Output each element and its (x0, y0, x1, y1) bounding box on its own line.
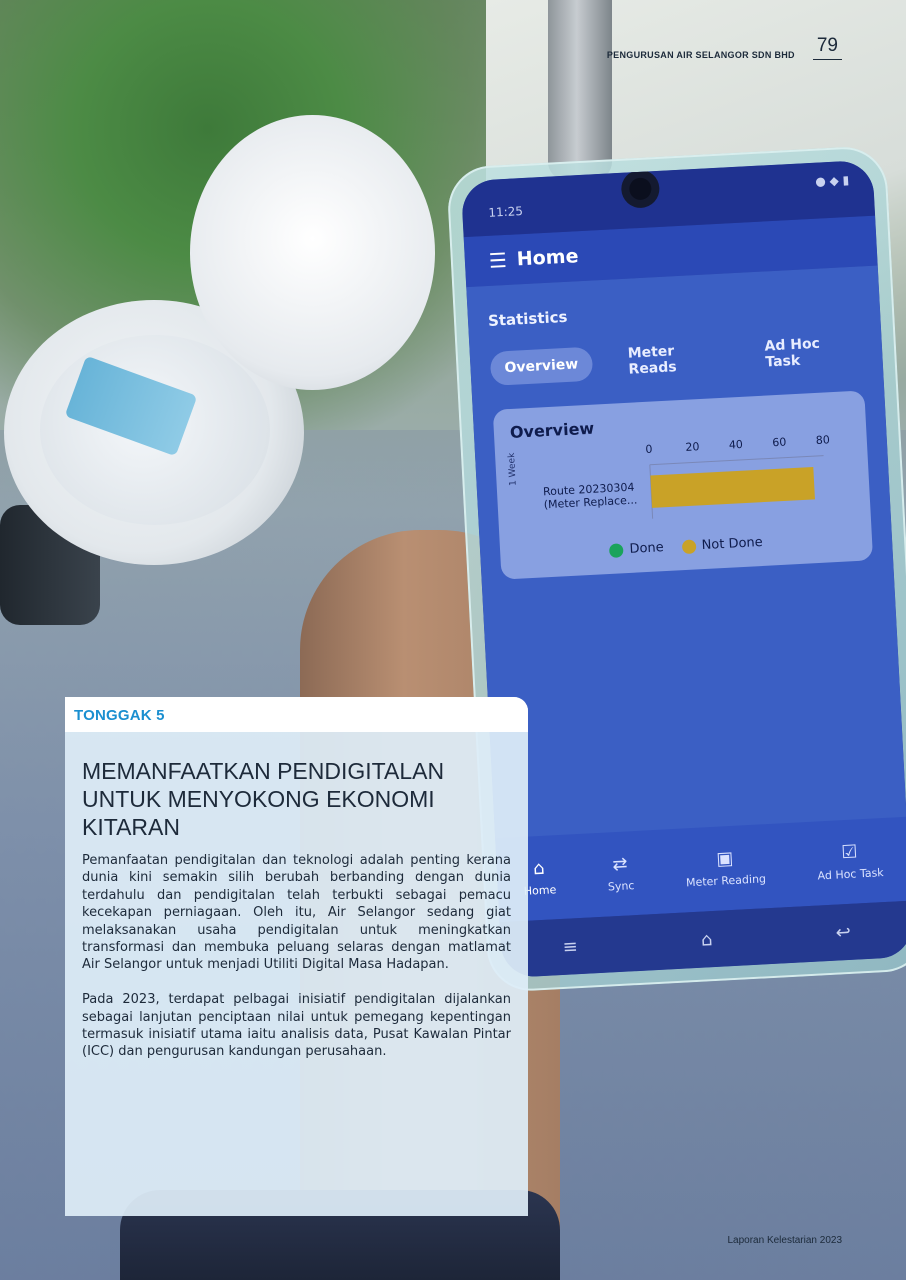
x-tick-label: 0 (645, 443, 653, 456)
app-body: Statistics Overview Meter Reads Ad Hoc T… (466, 265, 906, 879)
tab-overview[interactable]: Overview (489, 346, 594, 386)
overview-bar-chart: 0 20 40 60 80Route 20230304(Meter Replace... (543, 433, 830, 519)
nav-meter-reading[interactable]: ▣ Meter Reading (684, 847, 767, 889)
sync-icon: ⇄ (611, 852, 629, 875)
recent-apps-icon[interactable]: ≡ (562, 936, 578, 958)
page-number: 79 (812, 35, 842, 60)
front-camera (628, 177, 652, 201)
water-pipe (548, 0, 612, 180)
legend-label-not-done: Not Done (701, 534, 764, 554)
pillar-label: TONGGAK 5 (74, 707, 165, 724)
task-icon: ☑ (840, 840, 859, 863)
x-tick-label: 80 (815, 433, 830, 447)
legend-item-done: Done (609, 540, 664, 558)
status-icons: ● ◆ ▮ (814, 172, 850, 189)
page-header: PENGURUSAN AIR SELANGOR SDN BHD 79 (607, 35, 842, 60)
section-heading: MEMANFAATKAN PENDIGITALAN UNTUK MENYOKON… (82, 758, 445, 840)
legend-item-not-done: Not Done (681, 535, 763, 554)
tab-meter-reads[interactable]: Meter Reads (613, 331, 730, 387)
system-home-icon[interactable]: ⌂ (700, 929, 713, 951)
statistics-tabs: Overview Meter Reads Ad Hoc Task (489, 325, 863, 394)
statistics-title: Statistics (487, 307, 568, 330)
section-body: Pemanfaatan pendigitalan dan teknologi a… (82, 852, 511, 1078)
x-tick-label: 40 (729, 438, 744, 452)
app-header-title: Home (516, 245, 579, 271)
x-tick-label: 60 (772, 436, 787, 450)
nav-ad-hoc-task-label: Ad Hoc Task (817, 865, 884, 883)
overview-chart: 1 Week 0 20 40 60 80 Route 20230304 (Meter Rep… (507, 428, 856, 542)
legend-swatch-not-done (681, 538, 697, 554)
nav-sync[interactable]: ⇄ Sync (606, 852, 635, 894)
nav-ad-hoc-task[interactable]: ☑ Ad Hoc Task (816, 840, 884, 883)
body-paragraph: Pada 2023, terdapat pelbagai inisiatif p… (82, 992, 511, 1060)
report-title: Laporan Kelestarian 2023 (727, 1235, 842, 1246)
meter-reading-icon: ▣ (715, 847, 734, 870)
tab-ad-hoc-task[interactable]: Ad Hoc Task (750, 325, 864, 381)
pillar-tag: TONGGAK 5 (65, 697, 528, 732)
body-paragraph: Pemanfaatan pendigitalan dan teknologi a… (82, 853, 511, 973)
status-time: 11:25 (488, 204, 524, 220)
menu-icon[interactable]: ☰ (488, 248, 507, 273)
x-axis-line (649, 455, 824, 466)
overview-card: Overview 1 Week 0 20 40 60 80 Route 20230304(… (492, 390, 874, 580)
period-label: 1 Week (506, 452, 519, 487)
bar-not-done (650, 466, 815, 508)
organization-name: PENGURUSAN AIR SELANGOR SDN BHD (606, 50, 795, 60)
back-icon[interactable]: ↩ (835, 921, 851, 943)
water-meter-lid (190, 115, 435, 390)
legend-swatch-done (609, 542, 624, 558)
x-tick-label: 20 (685, 440, 700, 454)
home-icon: ⌂ (532, 857, 546, 879)
nav-home-label: Home (523, 882, 557, 898)
nav-sync-label: Sync (607, 878, 635, 894)
nav-meter-reading-label: Meter Reading (685, 871, 767, 889)
overview-card-title: Overview (509, 418, 595, 443)
legend-label-done: Done (629, 540, 665, 557)
